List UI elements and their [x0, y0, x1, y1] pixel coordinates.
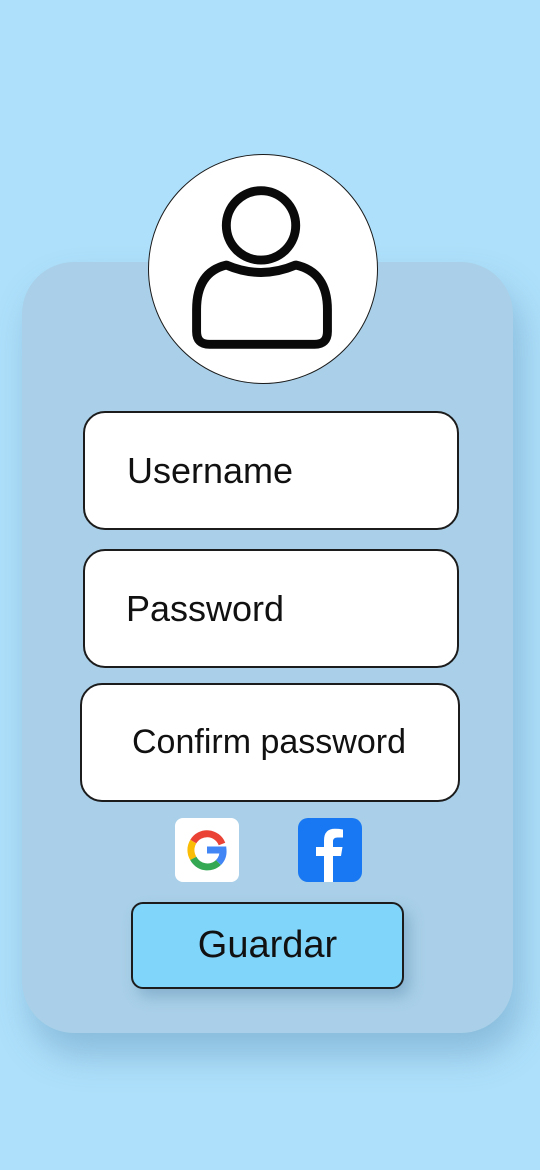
facebook-icon	[316, 828, 343, 882]
password-field[interactable]: Password	[83, 549, 459, 668]
google-login-button[interactable]	[175, 818, 239, 882]
confirm-password-placeholder: Confirm password	[132, 723, 406, 761]
confirm-password-field[interactable]: Confirm password	[80, 683, 460, 802]
user-icon	[192, 186, 332, 349]
save-button-label: Guardar	[197, 924, 338, 966]
facebook-login-button[interactable]	[298, 818, 362, 882]
save-button[interactable]: Guardar	[131, 902, 404, 989]
google-icon	[187, 830, 227, 871]
username-field[interactable]: Username	[83, 411, 459, 530]
avatar[interactable]	[148, 154, 378, 384]
password-placeholder: Password	[126, 587, 285, 629]
username-placeholder: Username	[127, 449, 294, 491]
